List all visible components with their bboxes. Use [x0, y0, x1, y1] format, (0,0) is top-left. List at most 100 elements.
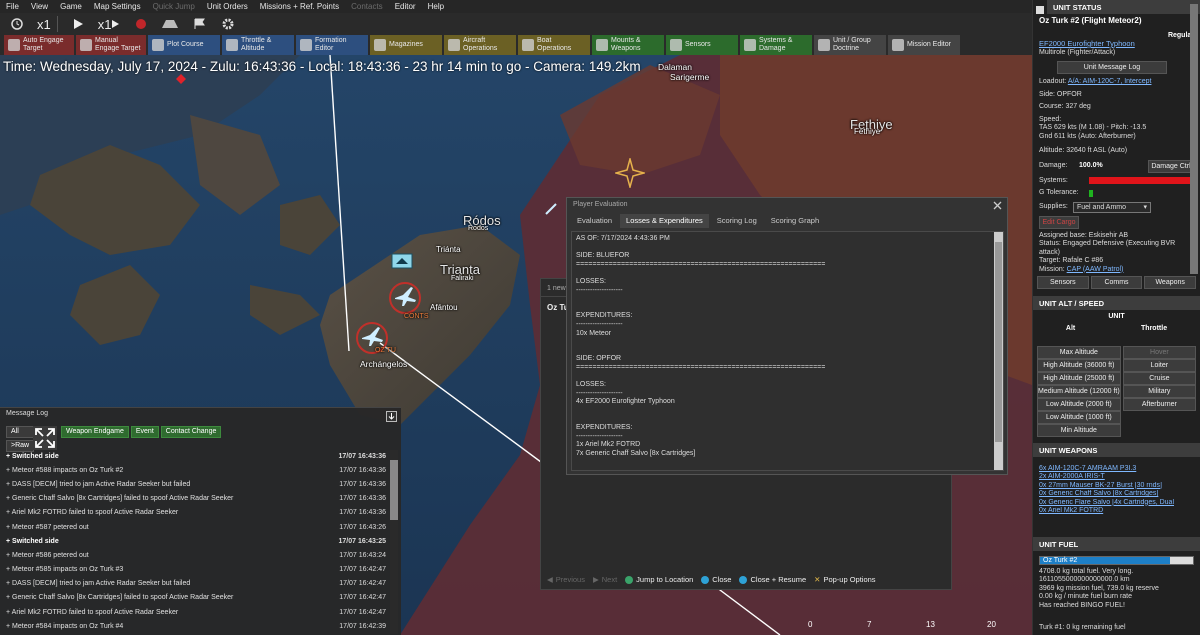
tab-evaluation[interactable]: Evaluation: [571, 214, 618, 228]
weapon-item[interactable]: 6x AIM-120C-7 AMRAAM P3I.3: [1039, 465, 1194, 474]
toolbar-button-0[interactable]: Auto Engage Target: [4, 35, 74, 55]
toolbar-button-2[interactable]: Plot Course: [148, 35, 220, 55]
altitude-button-1[interactable]: High Altitude (36000 ft): [1037, 358, 1121, 372]
menu-help[interactable]: Help: [428, 2, 444, 11]
speed-display[interactable]: x1: [32, 15, 63, 33]
record-button[interactable]: [130, 15, 152, 33]
menu-editor[interactable]: Editor: [395, 2, 416, 11]
altitude-button-5[interactable]: Low Altitude (1000 ft): [1037, 410, 1121, 424]
toolbar-button-4[interactable]: Formation Editor: [296, 35, 368, 55]
close-resume-button[interactable]: Close + Resume: [739, 575, 806, 584]
log-row[interactable]: + Meteor #585 impacts on Oz Turk #3 17/07…: [6, 563, 386, 577]
filter-event[interactable]: Event: [130, 426, 159, 438]
altitude-button-6[interactable]: Min Altitude: [1037, 423, 1121, 437]
menu-unit-orders[interactable]: Unit Orders: [207, 2, 248, 11]
next-button[interactable]: ▶ Next: [593, 575, 617, 584]
damage-control-button[interactable]: Damage Ctrl: [1148, 159, 1194, 173]
airbase-icon[interactable]: [391, 253, 413, 269]
filter-contact-change[interactable]: Contact Change: [160, 426, 222, 438]
toolbar-button-1[interactable]: Manual Engage Target: [76, 35, 146, 55]
settings-button[interactable]: [216, 15, 240, 33]
tab-losses-expenditures[interactable]: Losses & Expenditures: [620, 214, 709, 228]
unit-message-log-button[interactable]: Unit Message Log: [1057, 61, 1167, 74]
log-row[interactable]: + Ariel Mk2 FOTRD failed to spoof Active…: [6, 506, 386, 520]
toolbar-button-11[interactable]: Unit / Group Doctrine: [814, 35, 886, 55]
sensors-tab[interactable]: Sensors: [1037, 276, 1089, 289]
toolbar-button-12[interactable]: Mission Editor: [888, 35, 960, 55]
clock-button[interactable]: [6, 15, 28, 33]
unit-type-link[interactable]: EF2000 Eurofighter Typhoon: [1039, 39, 1194, 49]
missile-icon[interactable]: [545, 203, 557, 215]
weapon-item[interactable]: 0x Generic Chaff Salvo [8x Cartridges]: [1039, 490, 1194, 499]
previous-button[interactable]: ◀ Previous: [547, 575, 585, 584]
log-row[interactable]: + Ariel Mk2 FOTRD failed to spoof Active…: [6, 605, 386, 619]
close-icon[interactable]: [993, 201, 1002, 210]
collapse-toggle[interactable]: [1036, 6, 1044, 14]
tab-scoring-log[interactable]: Scoring Log: [711, 214, 763, 228]
supplies-select[interactable]: Fuel and Ammo ▾: [1073, 201, 1151, 213]
menu-file[interactable]: File: [6, 2, 19, 11]
toolbar-button-9[interactable]: Sensors: [666, 35, 738, 55]
mission-link[interactable]: CAP (AAW Patrol): [1067, 266, 1124, 273]
weapons-tab[interactable]: Weapons: [1144, 276, 1197, 289]
reference-point-icon[interactable]: [615, 158, 645, 188]
log-row[interactable]: + Switched side 17/07 16:43:36: [6, 449, 386, 463]
jump-to-location-button[interactable]: Jump to Location: [625, 575, 693, 584]
filter-weapon-endgame[interactable]: Weapon Endgame: [61, 426, 129, 438]
log-row[interactable]: + Meteor #587 petered out 17/07 16:43:26: [6, 520, 386, 534]
log-row[interactable]: + Meteor #586 petered out 17/07 16:43:24: [6, 548, 386, 562]
altitude-button-3[interactable]: Medium Altitude (12000 ft): [1037, 384, 1121, 398]
menu-quick-jump[interactable]: Quick Jump: [153, 2, 195, 11]
filter-all[interactable]: All: [6, 426, 35, 438]
altitude-button-2[interactable]: High Altitude (25000 ft): [1037, 371, 1121, 385]
toolbar-button-3[interactable]: Throttle & Altitude: [222, 35, 294, 55]
log-time: 17/07 16:42:47: [339, 580, 386, 588]
throttle-button-4[interactable]: Afterburner: [1122, 397, 1196, 411]
throttle-button-1[interactable]: Loiter: [1122, 358, 1196, 372]
toolbar-button-8[interactable]: Mounts & Weapons: [592, 35, 664, 55]
menu-game[interactable]: Game: [60, 2, 82, 11]
weapon-item[interactable]: 0x Ariel Mk2 FOTRD: [1039, 507, 1194, 516]
terrain-button[interactable]: [156, 15, 184, 33]
menu-map-settings[interactable]: Map Settings: [94, 2, 141, 11]
step-button[interactable]: x1: [93, 15, 127, 33]
menu-view[interactable]: View: [31, 2, 48, 11]
altitude-button-4[interactable]: Low Altitude (2000 ft): [1037, 397, 1121, 411]
weapon-item[interactable]: 0x Generic Flare Salvo [4x Cartridges, D…: [1039, 499, 1194, 508]
close-button[interactable]: Close: [701, 575, 731, 584]
fuel-details: 4708.0 kg total fuel. Very long. 16110550…: [1039, 568, 1194, 611]
log-row[interactable]: + Switched side 17/07 16:43:25: [6, 534, 386, 548]
toolbar-button-7[interactable]: Boat Operations: [518, 35, 590, 55]
expand-icon[interactable]: [33, 426, 57, 450]
throttle-button-0[interactable]: Hover: [1122, 345, 1196, 359]
log-scrollbar[interactable]: [390, 450, 398, 634]
download-icon[interactable]: [386, 411, 397, 422]
weapon-item[interactable]: 2x AIM-2000A IRIS-T: [1039, 473, 1194, 482]
log-row[interactable]: + Generic Chaff Salvo [8x Cartridges] fa…: [6, 492, 386, 506]
toolbar-button-6[interactable]: Aircraft Operations: [444, 35, 516, 55]
popup-options-button[interactable]: ✕ Pop-up Options: [814, 575, 875, 584]
log-row[interactable]: + DASS [DECM] tried to jam Active Radar …: [6, 477, 386, 491]
menu-missions[interactable]: Missions + Ref. Points: [260, 2, 339, 11]
loadout-link[interactable]: A/A: AIM-120C-7, Intercept: [1068, 78, 1152, 85]
log-row[interactable]: + Meteor #588 impacts on Oz Turk #2 17/07…: [6, 463, 386, 477]
altitude-button-0[interactable]: Max Altitude: [1037, 345, 1121, 359]
evaluation-scrollbar[interactable]: [994, 232, 1003, 470]
toolbar-button-5[interactable]: Magazines: [370, 35, 442, 55]
log-row[interactable]: + Meteor #584 impacts on Oz Turk #4 17/07…: [6, 619, 386, 633]
toolbar-button-10[interactable]: Systems & Damage: [740, 35, 812, 55]
log-row[interactable]: + Generic Chaff Salvo [8x Cartridges] fa…: [6, 591, 386, 605]
weapon-item[interactable]: 0x 27mm Mauser BK-27 Burst [30 rnds]: [1039, 482, 1194, 491]
comms-tab[interactable]: Comms: [1090, 276, 1143, 289]
flag-button[interactable]: [188, 15, 212, 33]
edit-cargo-button[interactable]: Edit Cargo: [1039, 215, 1079, 229]
play-button[interactable]: [67, 15, 89, 33]
sidebar-scrollbar[interactable]: [1190, 4, 1198, 274]
unit-group-icon[interactable]: [385, 280, 425, 315]
throttle-button-2[interactable]: Cruise: [1122, 371, 1196, 385]
toolbar-icon-12: [892, 39, 904, 51]
menu-contacts[interactable]: Contacts: [351, 2, 383, 11]
log-row[interactable]: + DASS [DECM] tried to jam Active Radar …: [6, 577, 386, 591]
throttle-button-3[interactable]: Military: [1122, 384, 1196, 398]
tab-scoring-graph[interactable]: Scoring Graph: [765, 214, 825, 228]
